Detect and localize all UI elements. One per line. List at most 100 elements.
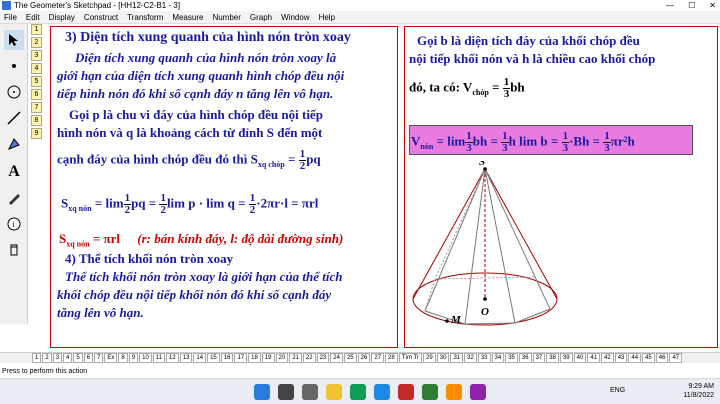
page-number[interactable]: 7 [31, 102, 42, 113]
page-tab[interactable]: 25 [343, 353, 357, 363]
app-icon[interactable] [422, 384, 438, 400]
page-tab[interactable]: 23 [316, 353, 330, 363]
page-tab[interactable]: 20 [275, 353, 289, 363]
page-tab[interactable]: 6 [83, 353, 94, 363]
page-tab[interactable]: 12 [166, 353, 179, 363]
page-tab[interactable]: 26 [357, 353, 371, 363]
page-tab[interactable]: 17 [234, 353, 248, 363]
start-icon[interactable] [254, 384, 270, 400]
page-tab[interactable]: 47 [669, 353, 683, 363]
page-tab[interactable]: 3 [52, 353, 63, 363]
compass-tool-icon[interactable] [4, 82, 24, 102]
page-tab[interactable]: 40 [573, 353, 587, 363]
page-number[interactable]: 9 [31, 128, 42, 139]
text-line: hình nón và q là khoảng cách từ đỉnh S đ… [57, 125, 323, 140]
page-tab[interactable]: 9 [128, 353, 139, 363]
page-tab[interactable]: 41 [587, 353, 600, 363]
page-tab[interactable]: Ex [104, 353, 118, 363]
page-tab[interactable]: 30 [436, 353, 450, 363]
page-tab[interactable]: 8 [118, 353, 128, 363]
page-tab[interactable]: 32 [464, 353, 477, 363]
page-tab[interactable]: 44 [628, 353, 642, 363]
text: V [411, 133, 421, 149]
app-icon[interactable] [398, 384, 414, 400]
page-tab[interactable]: 18 [248, 353, 261, 363]
page-tab[interactable]: 29 [423, 353, 436, 363]
minimize-button[interactable]: — [666, 0, 674, 11]
task-view-icon[interactable] [302, 384, 318, 400]
clock[interactable]: 9:29 AM 11/8/2022 [683, 382, 714, 400]
information-tool-icon[interactable]: i [4, 214, 24, 234]
page-number[interactable]: 4 [31, 63, 42, 74]
page-tab[interactable]: 33 [477, 353, 491, 363]
center-point[interactable] [483, 297, 487, 301]
page-tab[interactable]: 5 [73, 353, 83, 363]
page-tab[interactable]: 13 [179, 353, 193, 363]
menu-number[interactable]: Number [212, 11, 240, 23]
page-tab[interactable]: 27 [371, 353, 385, 363]
menu-transform[interactable]: Transform [127, 11, 163, 23]
search-icon[interactable] [278, 384, 294, 400]
sketch-canvas[interactable]: 3) Diện tích xung quanh của hình nón trò… [46, 24, 720, 352]
page-tab[interactable]: 22 [302, 353, 316, 363]
polygon-tool-icon[interactable] [4, 134, 24, 154]
menu-construct[interactable]: Construct [84, 11, 118, 23]
page-tab[interactable]: 24 [330, 353, 343, 363]
page-tab[interactable]: 19 [261, 353, 275, 363]
menu-graph[interactable]: Graph [250, 11, 272, 23]
maximize-button[interactable]: ☐ [688, 0, 695, 11]
page-tab[interactable]: 2 [42, 353, 52, 363]
menu-window[interactable]: Window [281, 11, 309, 23]
page-tab[interactable]: 31 [450, 353, 464, 363]
left-panel: 3) Diện tích xung quanh của hình nón trò… [50, 26, 398, 348]
page-number[interactable]: 1 [31, 24, 42, 35]
page-tab[interactable]: 11 [152, 353, 166, 363]
close-button[interactable]: ✕ [709, 0, 716, 11]
page-tab[interactable]: 42 [601, 353, 614, 363]
page-tab[interactable]: 28 [385, 353, 398, 363]
page-tab[interactable]: 21 [289, 353, 302, 363]
point-tool-icon[interactable] [4, 56, 24, 76]
file-explorer-icon[interactable] [326, 384, 342, 400]
page-tab[interactable]: 14 [193, 353, 207, 363]
page-tab[interactable]: 1 [32, 353, 42, 363]
language-indicator[interactable]: ENG [610, 387, 625, 394]
page-tab[interactable]: 35 [505, 353, 518, 363]
page-tab[interactable]: 43 [614, 353, 628, 363]
app-icon[interactable] [470, 384, 486, 400]
page-tab[interactable]: Tìm Tr [398, 353, 423, 363]
page-number[interactable]: 8 [31, 115, 42, 126]
page-tab[interactable]: 38 [546, 353, 559, 363]
menu-edit[interactable]: Edit [26, 11, 40, 23]
menu-help[interactable]: Help [319, 11, 335, 23]
page-number[interactable]: 6 [31, 89, 42, 100]
m-point[interactable] [445, 319, 449, 323]
app-icon[interactable] [374, 384, 390, 400]
page-tab[interactable]: 45 [642, 353, 655, 363]
menu-display[interactable]: Display [49, 11, 75, 23]
page-tab[interactable]: 46 [655, 353, 669, 363]
page-tab[interactable]: 15 [207, 353, 220, 363]
page-tab[interactable]: 34 [491, 353, 505, 363]
straightedge-tool-icon[interactable] [4, 108, 24, 128]
marker-tool-icon[interactable] [4, 188, 24, 208]
page-tab[interactable]: 4 [63, 353, 73, 363]
page-number[interactable]: 2 [31, 37, 42, 48]
page-tab[interactable]: 39 [559, 353, 573, 363]
page-tab[interactable]: 16 [220, 353, 234, 363]
page-tab[interactable]: 7 [94, 353, 104, 363]
app-icon[interactable] [446, 384, 462, 400]
edge-icon[interactable] [350, 384, 366, 400]
page-tab[interactable]: 10 [139, 353, 152, 363]
arrow-tool-icon[interactable] [4, 30, 24, 50]
page-tab[interactable]: 36 [518, 353, 532, 363]
page-number[interactable]: 5 [31, 76, 42, 87]
text: πr²h [610, 133, 635, 149]
page-number[interactable]: 3 [31, 50, 42, 61]
menu-measure[interactable]: Measure [172, 11, 203, 23]
page-tab[interactable]: 37 [532, 353, 546, 363]
subscript: xq chóp [257, 160, 285, 170]
text-tool-icon[interactable]: A [4, 162, 24, 182]
menu-file[interactable]: File [4, 11, 17, 23]
custom-tool-icon[interactable] [4, 240, 24, 260]
